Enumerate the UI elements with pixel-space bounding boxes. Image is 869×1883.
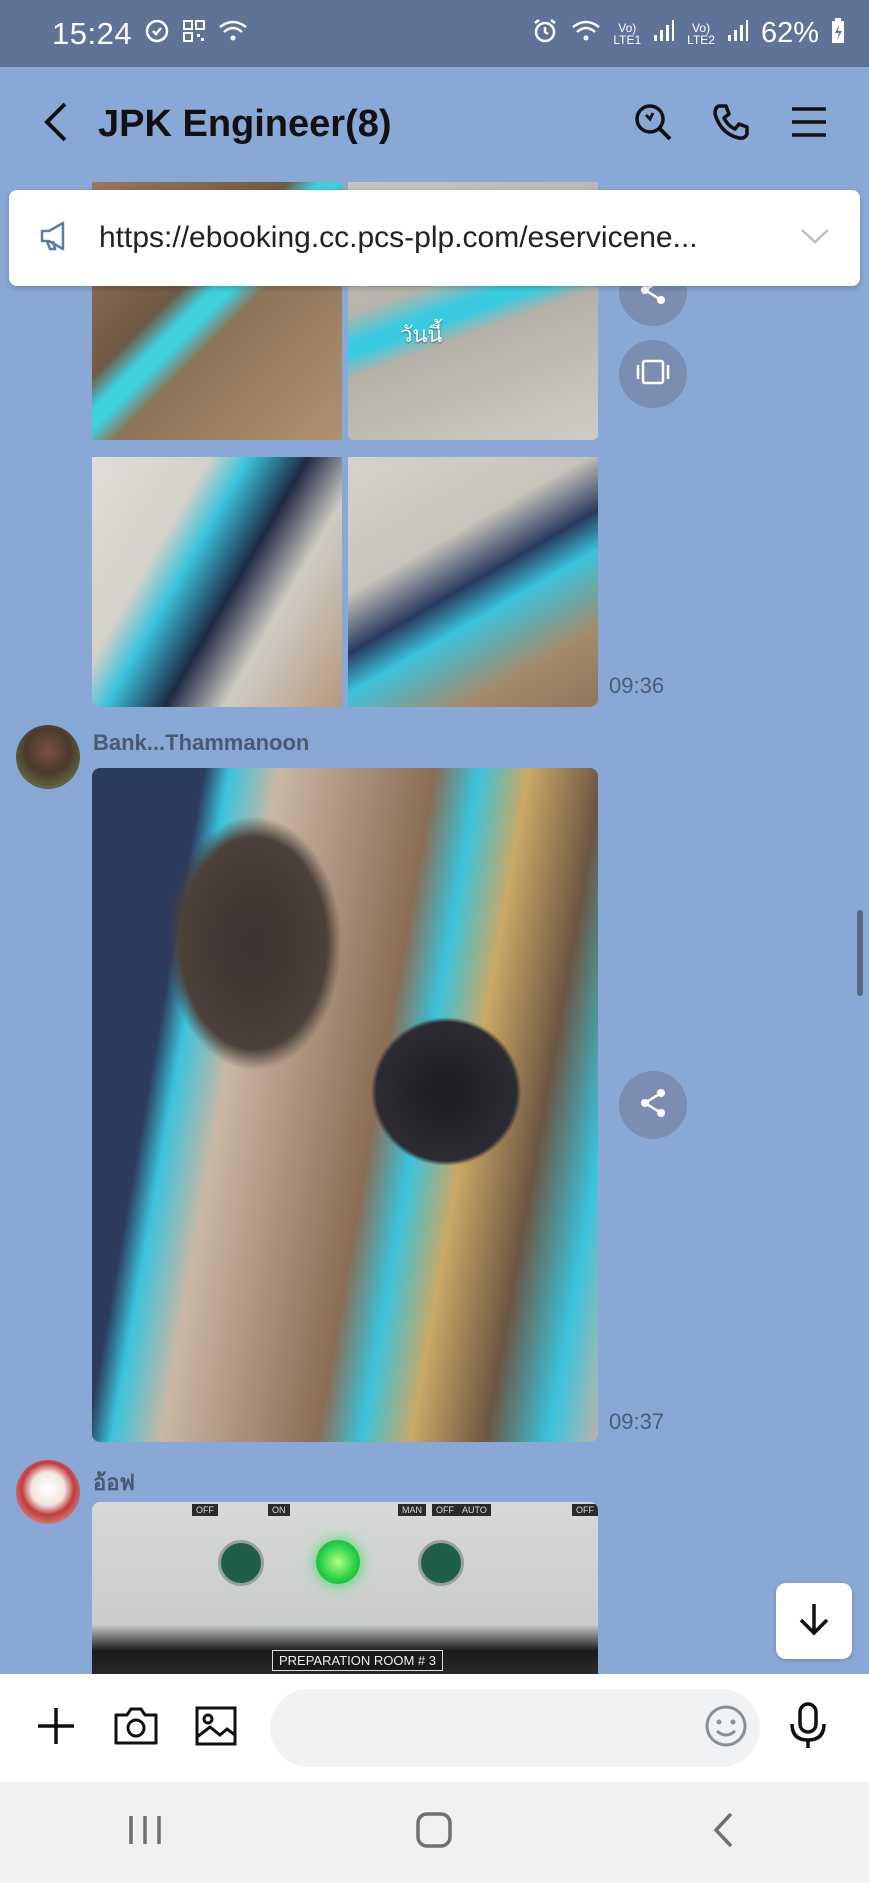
panel-label: ON [268,1504,290,1516]
back-arrow-icon [711,1811,737,1854]
lte1-indicator: Vo) LTE1 [613,20,642,47]
wifi-icon [218,19,248,48]
avatar[interactable] [16,1460,80,1524]
panel-knob [418,1540,464,1586]
chevron-down-icon[interactable] [800,227,830,250]
search-button[interactable] [621,93,685,157]
emoji-icon[interactable] [704,1704,748,1753]
signal-icon [653,19,675,48]
alarm-icon [531,17,559,50]
announcement-text[interactable]: https://ebooking.cc.pcs-plp.com/eservice… [99,221,800,255]
call-button[interactable] [699,93,763,157]
battery-icon [831,18,845,49]
photo-overlay-text: วันนี้ [400,322,443,347]
scroll-handle[interactable] [857,910,863,996]
message-time: 09:37 [609,1409,665,1434]
sync-icon [144,18,170,49]
megaphone-icon [39,220,75,257]
message-input[interactable] [270,1689,760,1767]
back-button[interactable] [28,97,84,153]
chat-photo[interactable] [348,457,598,707]
menu-button[interactable] [777,93,841,157]
chat-area[interactable]: วันนี้ 09:36 Bank...Thammanoon 09:37 อ้อ… [0,182,869,1674]
camera-icon [113,1706,159,1751]
avatar[interactable] [16,725,80,789]
image-icon [194,1705,238,1752]
sender-name: Bank...Thammanoon [93,730,310,755]
system-back-button[interactable] [684,1803,764,1863]
status-time: 15:24 [52,15,133,51]
battery-percent: 62% [760,17,819,49]
plus-icon [35,1705,77,1752]
panel-label: AUTO [458,1504,491,1516]
share-button[interactable] [619,1071,687,1139]
sender-name: อ้อฟ [93,1470,136,1495]
recent-apps-button[interactable] [105,1803,185,1863]
add-button[interactable] [24,1696,88,1760]
arrow-down-icon [795,1600,833,1643]
panel-knob [218,1540,264,1586]
chat-photo[interactable]: OFF ON MAN OFF AUTO OFF PREPARATION ROOM… [92,1502,598,1674]
wifi-calling-icon [571,19,601,48]
phone-icon [711,102,751,147]
back-arrow-icon [41,100,71,149]
chat-title: JPK Engineer(8) [98,103,392,145]
lte2-indicator: Vo) LTE2 [687,20,715,47]
scroll-to-bottom-button[interactable] [776,1583,852,1659]
microphone-icon [789,1701,827,1755]
status-bar: 15:24 Vo) LTE1 Vo) LTE2 62% [0,0,869,67]
input-bar [0,1674,869,1782]
panel-light [316,1540,360,1584]
album-icon [635,357,671,392]
panel-label: OFF [572,1504,598,1516]
message-time: 09:36 [609,673,665,698]
gallery-button[interactable] [184,1696,248,1760]
chat-header: JPK Engineer(8) [0,67,869,182]
chat-photo[interactable] [92,457,342,707]
home-button[interactable] [394,1803,474,1863]
chat-photo[interactable] [92,768,598,1442]
album-button[interactable] [619,340,687,408]
panel-label: OFF [432,1504,458,1516]
home-icon [415,1811,453,1854]
voice-button[interactable] [776,1696,840,1760]
panel-label: OFF [192,1504,218,1516]
recent-apps-icon [127,1814,163,1851]
announcement-bar[interactable]: https://ebooking.cc.pcs-plp.com/eservice… [9,190,860,286]
signal-icon [727,19,749,48]
qr-icon [182,19,206,48]
panel-label: MAN [398,1504,426,1516]
menu-icon [790,105,828,144]
share-icon [637,1087,669,1124]
search-icon [632,101,674,148]
camera-button[interactable] [104,1696,168,1760]
panel-caption: PREPARATION ROOM # 3 [272,1650,443,1671]
system-nav-bar [0,1782,869,1883]
